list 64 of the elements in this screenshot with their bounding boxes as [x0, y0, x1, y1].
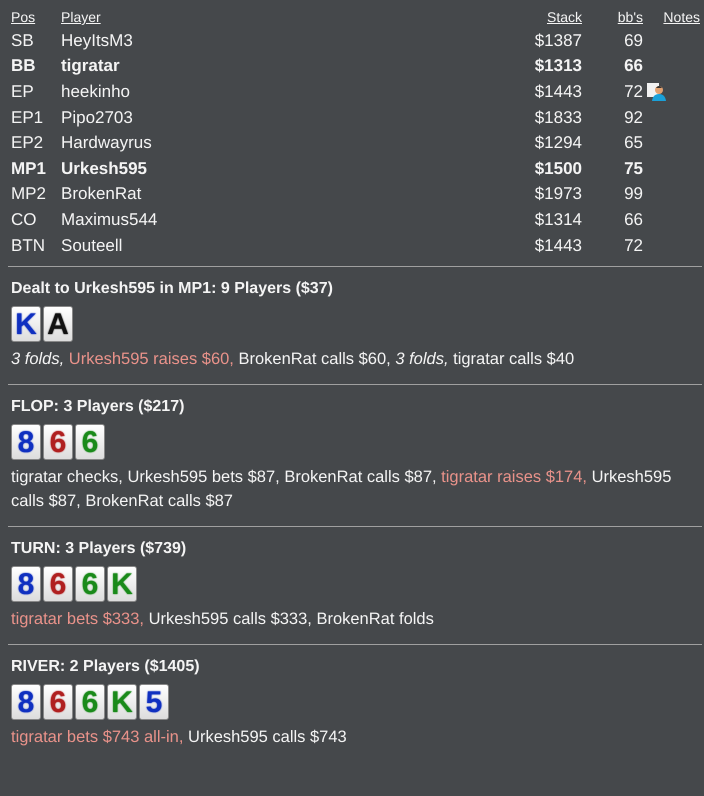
column-header[interactable]: bb's	[618, 9, 643, 25]
street-title: RIVER: 2 Players ($1405)	[11, 658, 201, 676]
playing-card: 8	[11, 424, 41, 460]
player-name: heekinho	[61, 82, 132, 102]
playing-card: 6	[43, 424, 73, 460]
stack-cell: $1387	[534, 30, 582, 51]
action-summary: tigratar bets $333, Urkesh595 calls $333, BrokenRat folds	[11, 609, 435, 630]
player-name: Maximus544	[61, 210, 158, 230]
player-name: BrokenRat	[61, 184, 142, 204]
column-header[interactable]: Notes	[663, 9, 702, 25]
playing-card: 6	[43, 566, 73, 602]
player-name: Souteell	[61, 236, 124, 256]
position-cell-text: MP1	[11, 158, 47, 179]
playing-card: K	[107, 684, 137, 720]
street-title: TURN: 3 Players ($739)	[11, 540, 188, 558]
stack-cell: $1443	[534, 236, 582, 256]
player-name: Pipo2703	[61, 108, 134, 128]
position-cell-text: SB	[11, 30, 35, 51]
position-cell-text: BB	[11, 56, 37, 76]
stack-cell: $1294	[534, 133, 582, 154]
column-header[interactable]: Player	[61, 9, 492, 25]
playing-card: 8	[11, 566, 41, 602]
street-title: FLOP: 3 Players ($217)	[11, 398, 186, 416]
position-cell-text: MP2	[11, 184, 47, 204]
bb-cell: 66	[624, 210, 643, 230]
playing-card: A	[43, 306, 73, 342]
bb-cell: 99	[624, 184, 643, 204]
column-header[interactable]: Stack	[546, 9, 582, 25]
stack-cell: $1973	[534, 184, 582, 204]
person-icon[interactable]	[647, 82, 669, 101]
position-cell-text: BTN	[11, 236, 46, 256]
street-title: Dealt to Urkesh595 in MP1: 9 Players ($37)	[11, 280, 334, 298]
bb-cell: 92	[624, 108, 643, 128]
stack-cell: $1314	[534, 210, 582, 230]
player-name: Hardwayrus	[61, 133, 153, 154]
position-cell-text: CO	[11, 210, 38, 230]
action-summary: tigratar bets $743 all-in, Urkesh595 calls $743	[11, 727, 348, 748]
playing-card: 6	[75, 684, 105, 720]
stack-cell: $1500	[534, 158, 582, 179]
position-cell-text: EP2	[11, 133, 44, 154]
position-cell-text: EP	[11, 82, 35, 102]
action-summary: 3 folds, Urkesh595 raises $60, BrokenRat calls $60, 3 folds, tigratar calls $40	[11, 349, 576, 370]
player-name: Urkesh595	[61, 158, 148, 179]
action-summary: tigratar checks, Urkesh595 bets $87, BrokenRat calls $87, tigratar raises $174, Urkesh595 calls $87, BrokenRat calls $87	[11, 467, 672, 512]
playing-card: 8	[11, 684, 41, 720]
playing-card: K	[107, 566, 137, 602]
bb-cell: 72	[624, 82, 643, 102]
bb-cell: 72	[624, 236, 643, 256]
stack-cell: $1313	[534, 56, 582, 76]
player-name: tigratar	[61, 56, 121, 76]
bb-cell: 69	[624, 30, 643, 51]
column-header[interactable]: Pos	[11, 9, 61, 25]
playing-card: 6	[75, 566, 105, 602]
playing-card: 6	[75, 424, 105, 460]
bb-cell: 75	[624, 158, 643, 179]
stack-cell: $1833	[534, 108, 582, 128]
playing-card: K	[11, 306, 41, 342]
bb-cell: 65	[624, 133, 643, 154]
stack-cell: $1443	[534, 82, 582, 102]
playing-card: 6	[43, 684, 73, 720]
player-name: HeyItsM3	[61, 30, 134, 51]
playing-card: 5	[139, 684, 169, 720]
position-cell-text: EP1	[11, 108, 44, 128]
bb-cell: 66	[624, 56, 643, 76]
